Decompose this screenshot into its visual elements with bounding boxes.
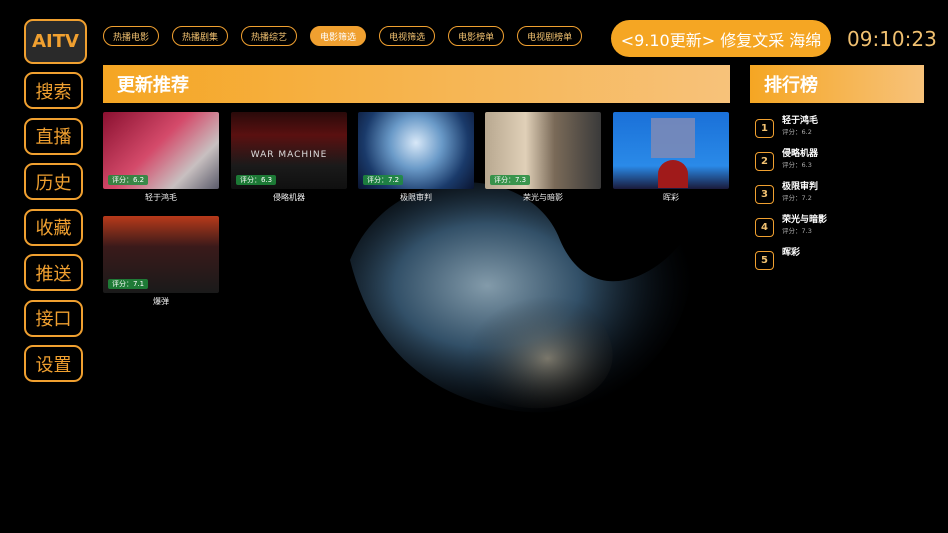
ranking-item[interactable]: 4 荣光与暗影 评分：7.3 — [755, 214, 925, 247]
sidebar-item-aitv[interactable]: AITV — [24, 19, 87, 64]
movie-title: 轻于鸿毛 — [145, 193, 177, 202]
rating-badge: 评分：6.3 — [236, 175, 277, 185]
movie-title: 荣光与暗影 — [523, 193, 563, 202]
rank-score: 评分：6.3 — [782, 161, 812, 169]
movie-card[interactable]: 评分：7.1 爆弹 — [103, 216, 219, 307]
ranking-item[interactable]: 2 侵略机器 评分：6.3 — [755, 148, 925, 181]
rating-badge: 评分：7.3 — [490, 175, 531, 185]
tab-movie-charts[interactable]: 电影榜单 — [448, 26, 505, 46]
clock: 09:10:23 — [847, 27, 937, 51]
category-tabs: 热播电影 热播剧集 热播综艺 电影筛选 电视筛选 电影榜单 电视剧榜单 — [103, 26, 595, 46]
ranking-item[interactable]: 1 轻于鸿毛 评分：6.2 — [755, 115, 925, 148]
movie-card[interactable]: WAR MACHINE 评分：6.3 侵略机器 — [231, 112, 347, 203]
rank-title: 荣光与暗影 — [782, 215, 828, 225]
movie-title: 侵略机器 — [273, 193, 305, 202]
movie-poster: 评分：6.2 — [103, 112, 219, 189]
movie-poster — [613, 112, 729, 189]
rank-number: 3 — [755, 185, 774, 204]
tab-movie-filter[interactable]: 电影筛选 — [310, 26, 367, 46]
movie-title: 爆弹 — [153, 297, 169, 306]
movie-card[interactable]: 评分：7.2 极限审判 — [358, 112, 474, 203]
rank-score: 评分：7.2 — [782, 194, 812, 202]
movie-card[interactable]: 评分：7.3 荣光与暗影 — [485, 112, 601, 203]
rank-score: 评分：6.2 — [782, 128, 812, 136]
sidebar-item-favorites[interactable]: 收藏 — [24, 208, 83, 246]
rank-number: 1 — [755, 119, 774, 138]
section-title-ranking: 排行榜 — [750, 65, 924, 103]
tab-hot-movies[interactable]: 热播电影 — [103, 26, 160, 46]
movie-card[interactable]: 评分：6.2 轻于鸿毛 — [103, 112, 219, 203]
sidebar-item-search[interactable]: 搜索 — [24, 72, 83, 109]
ranking-item[interactable]: 3 极限审判 评分：7.2 — [755, 181, 925, 214]
rating-badge: 评分：6.2 — [108, 175, 149, 185]
sidebar-item-settings[interactable]: 设置 — [24, 345, 83, 382]
rank-number: 5 — [755, 251, 774, 270]
sidebar-item-history[interactable]: 历史 — [24, 163, 83, 200]
movie-poster: 评分：7.1 — [103, 216, 219, 293]
rating-badge: 评分：7.1 — [108, 279, 149, 289]
rank-title: 极限审判 — [782, 182, 819, 192]
tab-tv-filter[interactable]: 电视筛选 — [379, 26, 436, 46]
section-title-recommend: 更新推荐 — [103, 65, 730, 103]
rank-number: 2 — [755, 152, 774, 171]
movie-poster: WAR MACHINE 评分：6.3 — [231, 112, 347, 189]
rank-number: 4 — [755, 218, 774, 237]
rating-badge: 评分：7.2 — [363, 175, 404, 185]
movie-title: 晖彩 — [663, 193, 679, 202]
movie-poster: 评分：7.2 — [358, 112, 474, 189]
ranking-list: 1 轻于鸿毛 评分：6.2 2 侵略机器 评分：6.3 3 极限审判 评分：7.… — [755, 115, 925, 280]
update-notice: <9.10更新> 修复文采 海绵 — [611, 20, 831, 57]
rank-title: 晖彩 — [782, 248, 801, 258]
ranking-item[interactable]: 5 晖彩 — [755, 247, 925, 280]
rank-title: 侵略机器 — [782, 149, 819, 159]
rank-score: 评分：7.3 — [782, 227, 812, 235]
movie-title: 极限审判 — [400, 193, 432, 202]
rank-title: 轻于鸿毛 — [782, 116, 819, 126]
movie-card[interactable]: 晖彩 — [613, 112, 729, 203]
poster-text: WAR MACHINE — [250, 150, 328, 160]
sidebar-item-push[interactable]: 推送 — [24, 254, 83, 291]
sidebar: AITV 搜索 直播 历史 收藏 推送 接口 设置 — [24, 19, 87, 391]
tab-tv-charts[interactable]: 电视剧榜单 — [517, 26, 583, 46]
tab-hot-series[interactable]: 热播剧集 — [172, 26, 229, 46]
movie-poster: 评分：7.3 — [485, 112, 601, 189]
tab-hot-variety[interactable]: 热播综艺 — [241, 26, 298, 46]
sidebar-item-api[interactable]: 接口 — [24, 299, 83, 337]
sidebar-item-live[interactable]: 直播 — [24, 117, 83, 155]
